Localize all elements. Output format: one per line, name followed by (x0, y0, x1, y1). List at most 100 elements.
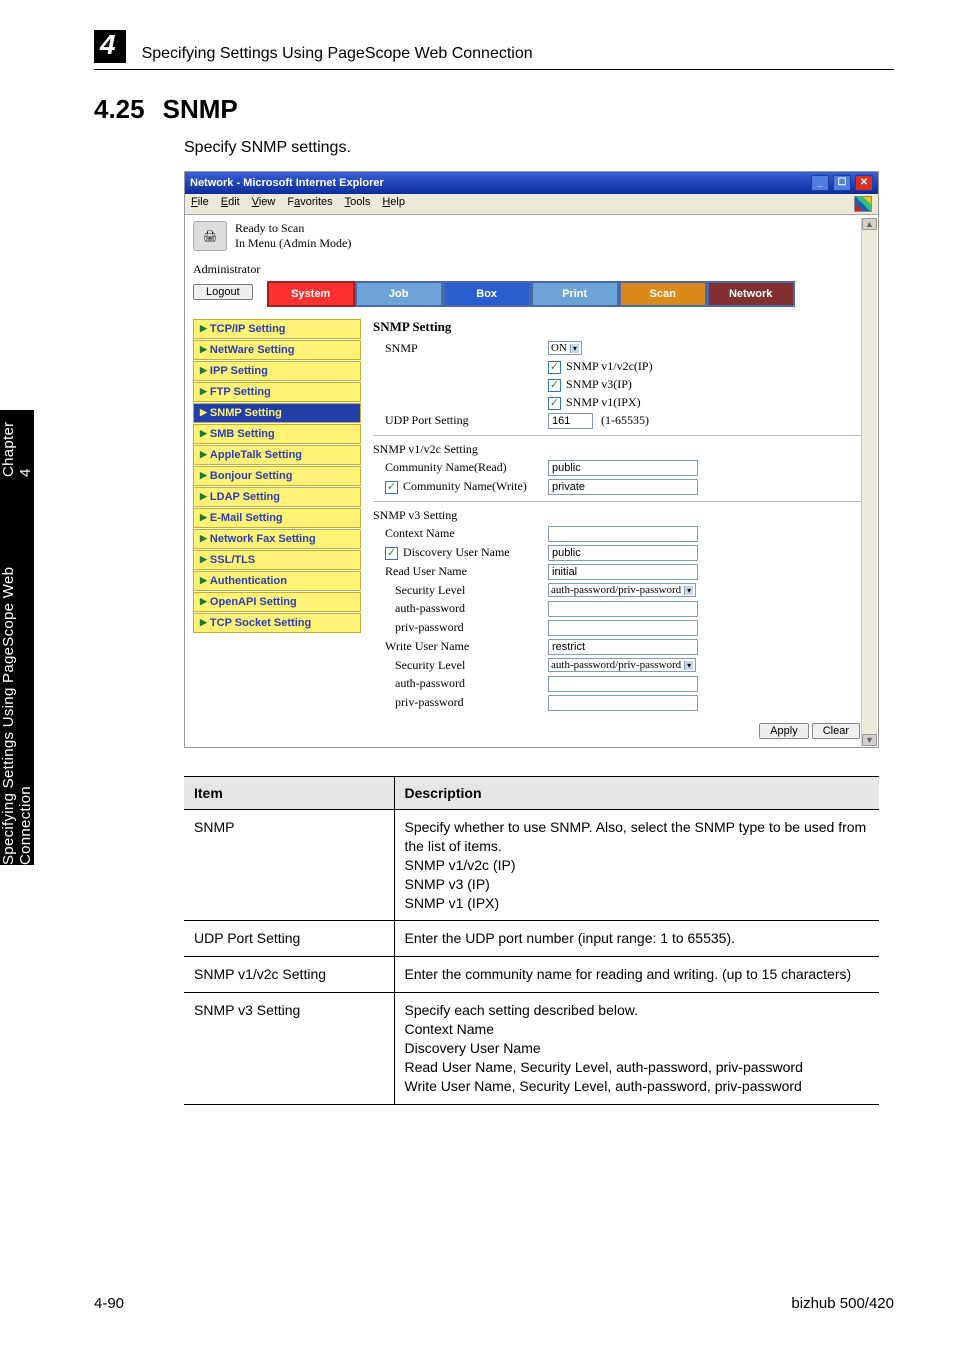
menu-favorites[interactable]: Favorites (287, 196, 332, 212)
sidebar-item-networkfax[interactable]: Network Fax Setting (193, 529, 361, 549)
window-titlebar: Network - Microsoft Internet Explorer _ … (185, 172, 878, 194)
menu-edit[interactable]: Edit (221, 196, 240, 212)
sidebar-item-tcpip[interactable]: TCP/IP Setting (193, 319, 361, 339)
tab-job[interactable]: Job (355, 281, 443, 307)
tab-network[interactable]: Network (707, 281, 795, 307)
col-desc: Description (394, 776, 879, 809)
product-name: bizhub 500/420 (791, 1295, 894, 1312)
discovery-user-input[interactable] (548, 545, 698, 561)
chevron-down-icon: ▾ (684, 586, 693, 595)
sidebar-item-ldap[interactable]: LDAP Setting (193, 487, 361, 507)
v12-heading: SNMP v1/v2c Setting (373, 442, 478, 457)
administrator-label: Administrator (193, 262, 870, 277)
read-priv-pw-input[interactable] (548, 620, 698, 636)
description-table: Item Description SNMPSpecify whether to … (184, 776, 879, 1105)
side-tab-chapter: Chapter 4 (0, 410, 34, 477)
write-sec-level-select[interactable]: auth-password/priv-password▾ (548, 658, 696, 672)
read-user-input[interactable] (548, 564, 698, 580)
sidebar-item-bonjour[interactable]: Bonjour Setting (193, 466, 361, 486)
discovery-user-label: Discovery User Name (403, 545, 510, 559)
menu-help[interactable]: Help (382, 196, 405, 212)
sidebar-item-appletalk[interactable]: AppleTalk Setting (193, 445, 361, 465)
menu-file[interactable]: File (191, 196, 209, 212)
menu-view[interactable]: View (252, 196, 276, 212)
sidebar-item-authentication[interactable]: Authentication (193, 571, 361, 591)
snmp-opt-1: SNMP v3(IP) (566, 377, 632, 391)
community-read-input[interactable] (548, 460, 698, 476)
sidebar: TCP/IP Setting NetWare Setting IPP Setti… (193, 319, 361, 739)
write-auth-pw-label: auth-password (373, 676, 548, 691)
snmp-select[interactable]: ON▾ (548, 341, 582, 355)
sidebar-item-ipp[interactable]: IPP Setting (193, 361, 361, 381)
tab-scan[interactable]: Scan (619, 281, 707, 307)
menu-bar: File Edit View Favorites Tools Help (185, 194, 878, 215)
minimize-button[interactable]: _ (811, 175, 829, 191)
read-sec-level-label: Security Level (373, 583, 548, 598)
snmp-v3-ip-checkbox[interactable]: ✓ (548, 379, 561, 392)
page-footer: 4-90 bizhub 500/420 (94, 1295, 894, 1312)
ie-logo-icon (854, 196, 872, 212)
tab-box[interactable]: Box (443, 281, 531, 307)
udp-port-range: (1-65535) (601, 413, 649, 428)
snmp-v1v2c-ip-checkbox[interactable]: ✓ (548, 361, 561, 374)
table-row: UDP Port SettingEnter the UDP port numbe… (184, 921, 879, 957)
sidebar-item-netware[interactable]: NetWare Setting (193, 340, 361, 360)
tab-system[interactable]: System (267, 281, 355, 307)
apply-button[interactable]: Apply (759, 723, 809, 739)
table-row: SNMP v1/v2c SettingEnter the community n… (184, 957, 879, 993)
maximize-button[interactable]: ☐ (833, 175, 851, 191)
chapter-number-box: 4 (94, 30, 126, 63)
chevron-down-icon: ▾ (570, 344, 579, 353)
device-icon: 🖨 (193, 221, 227, 251)
read-auth-pw-input[interactable] (548, 601, 698, 617)
write-priv-pw-label: priv-password (373, 695, 548, 710)
table-cell-desc: Enter the community name for reading and… (394, 957, 879, 993)
table-cell-desc: Specify whether to use SNMP. Also, selec… (394, 809, 879, 920)
write-auth-pw-input[interactable] (548, 676, 698, 692)
logout-button[interactable]: Logout (193, 284, 253, 300)
side-tab-text: Specifying Settings Using PageScope Web … (0, 492, 34, 865)
table-row: SNMP v3 SettingSpecify each setting desc… (184, 993, 879, 1104)
read-sec-level-select[interactable]: auth-password/priv-password▾ (548, 583, 696, 597)
tab-print[interactable]: Print (531, 281, 619, 307)
col-item: Item (184, 776, 394, 809)
community-write-label: Community Name(Write) (403, 479, 527, 493)
sidebar-item-ftp[interactable]: FTP Setting (193, 382, 361, 402)
content-heading: SNMP Setting (373, 319, 870, 335)
sidebar-item-smb[interactable]: SMB Setting (193, 424, 361, 444)
menu-tools[interactable]: Tools (345, 196, 371, 212)
write-priv-pw-input[interactable] (548, 695, 698, 711)
write-user-input[interactable] (548, 639, 698, 655)
sidebar-item-ssltls[interactable]: SSL/TLS (193, 550, 361, 570)
section-number: 4.25 (94, 94, 145, 125)
vertical-scrollbar[interactable] (861, 218, 877, 746)
v3-heading: SNMP v3 Setting (373, 508, 457, 523)
clear-button[interactable]: Clear (812, 723, 860, 739)
udp-port-label: UDP Port Setting (373, 413, 548, 428)
sidebar-item-openapi[interactable]: OpenAPI Setting (193, 592, 361, 612)
sidebar-item-snmp[interactable]: SNMP Setting (193, 403, 361, 423)
snmp-opt-2: SNMP v1(IPX) (566, 395, 641, 409)
separator-2 (373, 501, 870, 502)
read-auth-pw-label: auth-password (373, 601, 548, 616)
table-cell-item: SNMP v1/v2c Setting (184, 957, 394, 993)
table-cell-item: SNMP (184, 809, 394, 920)
snmp-opt-0: SNMP v1/v2c(IP) (566, 359, 653, 373)
community-write-input[interactable] (548, 479, 698, 495)
read-priv-pw-label: priv-password (373, 620, 548, 635)
sidebar-item-tcpsocket[interactable]: TCP Socket Setting (193, 613, 361, 633)
sidebar-item-email[interactable]: E-Mail Setting (193, 508, 361, 528)
page-header: 4 Specifying Settings Using PageScope We… (94, 30, 894, 70)
separator (373, 435, 870, 436)
write-sec-level-value: auth-password/priv-password (551, 659, 681, 671)
read-sec-level-value: auth-password/priv-password (551, 584, 681, 596)
table-cell-desc: Specify each setting described below. Co… (394, 993, 879, 1104)
udp-port-input[interactable] (548, 413, 593, 429)
device-status-2: In Menu (Admin Mode) (235, 236, 351, 252)
section-title: SNMP (163, 94, 238, 125)
close-button[interactable]: ✕ (855, 175, 873, 191)
snmp-v1-ipx-checkbox[interactable]: ✓ (548, 397, 561, 410)
discovery-user-checkbox[interactable]: ✓ (385, 547, 398, 560)
context-name-input[interactable] (548, 526, 698, 542)
community-write-checkbox[interactable]: ✓ (385, 481, 398, 494)
